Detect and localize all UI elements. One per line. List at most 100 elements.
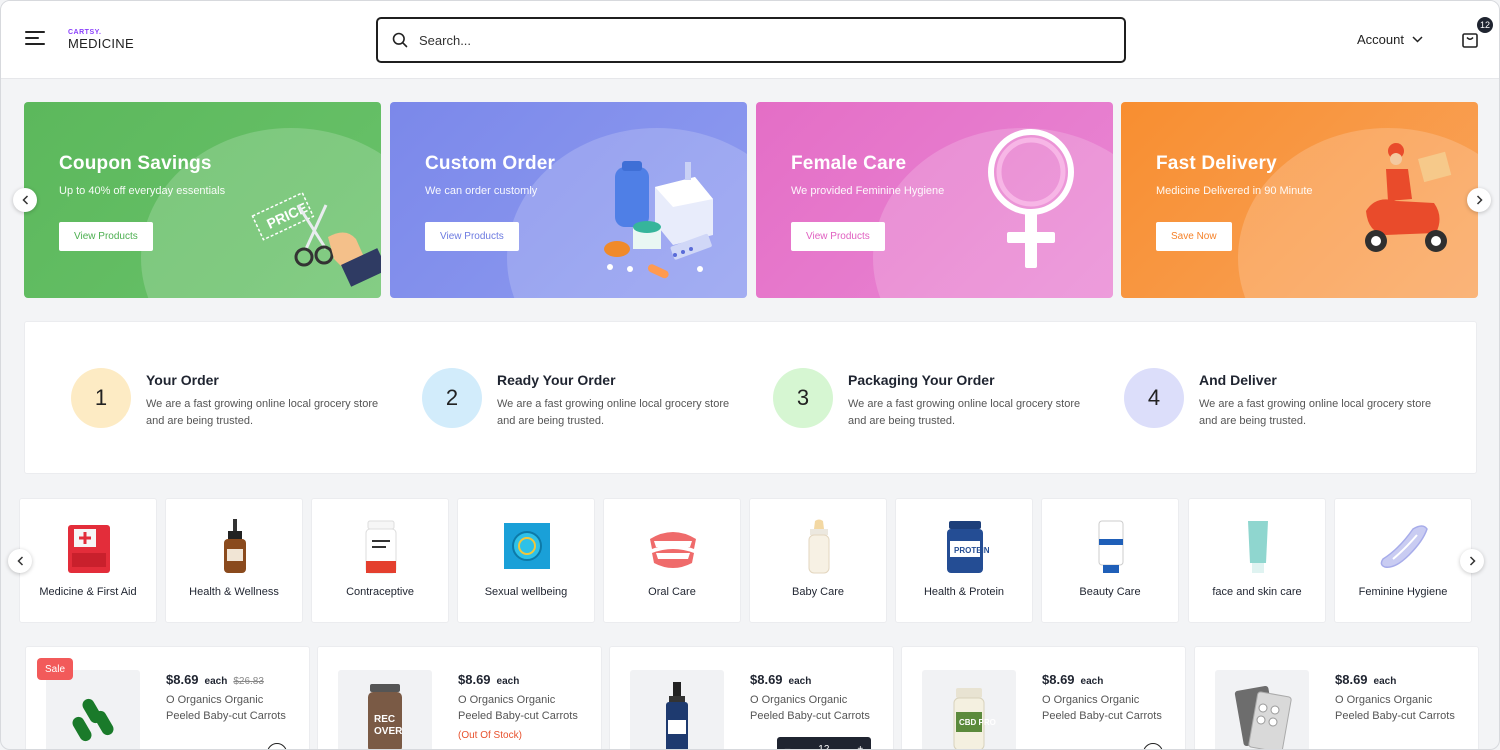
chevron-left-icon <box>21 195 28 205</box>
step-description: We are a fast growing online local groce… <box>848 398 1081 427</box>
view-products-button[interactable]: View Products <box>59 222 153 251</box>
product-image <box>46 670 140 749</box>
category-face-skin-care[interactable]: face and skin care <box>1188 498 1326 623</box>
banner-title: Custom Order <box>425 153 556 174</box>
product-card[interactable]: $8.69 each O Organics Organic Peeled Baby… <box>1194 646 1479 749</box>
medicine-bottles-icon <box>604 161 713 279</box>
product-card[interactable]: $8.69 each O Organics Organic Peeled Baby… <box>609 646 894 749</box>
protein-tub-icon: PROTEIN <box>947 521 990 573</box>
shopping-bag-icon[interactable] <box>1461 31 1479 49</box>
price-value: $8.69 <box>166 672 199 687</box>
product-name: O Organics Organic Peeled Baby-cut Carro… <box>166 694 286 722</box>
category-label: Sexual wellbeing <box>484 586 568 598</box>
banner-title: Female Care <box>791 153 907 174</box>
search-icon <box>392 32 408 48</box>
category-label: Beauty Care <box>1079 586 1141 598</box>
category-contraceptive[interactable]: Contraceptive <box>311 498 449 623</box>
product-card[interactable]: CBD PRO $8.69 each O Organics Organic Pee… <box>901 646 1186 749</box>
price-value: $8.69 <box>1335 672 1368 687</box>
step-description: We are a fast growing online local groce… <box>497 398 730 427</box>
product-image <box>1215 670 1309 749</box>
scissors-price-tag-icon: PRICE <box>251 191 381 287</box>
tablet-blister-pack-icon <box>1234 685 1292 749</box>
chevron-right-icon <box>1469 556 1476 566</box>
svg-text:OVER: OVER <box>374 726 403 737</box>
search-input[interactable] <box>419 32 1079 48</box>
quantity-stepper[interactable]: – 12 + <box>777 737 871 750</box>
price-value: $8.69 <box>750 672 783 687</box>
product-name: O Organics Organic Peeled Baby-cut Carro… <box>1335 694 1455 722</box>
product-card[interactable]: REC OVER $8.69 each O Organics Organic Pee… <box>317 646 602 749</box>
product-image: REC OVER <box>338 670 432 749</box>
banner-next-button[interactable] <box>1467 188 1491 212</box>
save-now-button[interactable]: Save Now <box>1156 222 1232 251</box>
banner-subtitle: We provided Feminine Hygiene <box>791 185 945 197</box>
step-number: 3 <box>773 368 833 428</box>
cart-count-badge: 12 <box>1477 17 1494 33</box>
price-value: $8.69 <box>1042 672 1075 687</box>
category-label: Contraceptive <box>346 586 414 598</box>
dropper-bottle-icon <box>224 519 246 573</box>
step-description: We are a fast growing online local groce… <box>1199 398 1432 427</box>
old-price: $26.83 <box>233 676 264 687</box>
out-of-stock-label: (Out Of Stock) <box>458 730 522 741</box>
search-bar[interactable] <box>376 17 1126 63</box>
banner-title: Fast Delivery <box>1156 153 1277 174</box>
first-aid-kit-icon <box>68 525 110 573</box>
svg-text:PROTEIN: PROTEIN <box>954 546 990 555</box>
baby-bottle-icon <box>808 519 830 574</box>
category-baby-care[interactable]: Baby Care <box>749 498 887 623</box>
plus-icon[interactable]: + <box>857 744 863 750</box>
step-number: 4 <box>1124 368 1184 428</box>
view-products-button[interactable]: View Products <box>791 222 885 251</box>
account-menu[interactable]: Account <box>1357 32 1423 47</box>
price-unit: each <box>788 676 812 687</box>
decrement-button[interactable]: – <box>785 744 791 750</box>
category-prev-button[interactable] <box>8 549 32 573</box>
page: CARTSY. MEDICINE Account 12 Coupon Savin… <box>0 0 1500 750</box>
category-sexual-wellbeing[interactable]: Sexual wellbeing <box>457 498 595 623</box>
price-unit: each <box>496 676 520 687</box>
category-oral-care[interactable]: Oral Care <box>603 498 741 623</box>
face-wash-tube-icon <box>1098 520 1124 573</box>
price-value: $8.69 <box>458 672 491 687</box>
banner-subtitle: We can order customly <box>425 185 538 197</box>
banner-prev-button[interactable] <box>13 188 37 212</box>
supplement-jar-icon <box>365 520 397 574</box>
logo[interactable]: CARTSY. MEDICINE <box>68 29 134 51</box>
account-label: Account <box>1357 32 1404 47</box>
category-medicine-first-aid[interactable]: Medicine & First Aid <box>19 498 157 623</box>
delivery-scooter-icon <box>1365 143 1452 252</box>
product-price: $8.69 each <box>1042 672 1103 687</box>
category-next-button[interactable] <box>1460 549 1484 573</box>
step-item: 4 And Deliver We are a fast growing onli… <box>1124 368 1464 432</box>
chevron-right-icon <box>1476 195 1483 205</box>
step-item: 2 Ready Your Order We are a fast growing… <box>422 368 762 432</box>
price-unit: each <box>204 676 228 687</box>
banner-female-care[interactable]: Female Care We provided Feminine Hygiene… <box>756 102 1113 298</box>
banner-subtitle: Medicine Delivered in 90 Minute <box>1156 185 1313 197</box>
category-health-protein[interactable]: PROTEIN Health & Protein <box>895 498 1033 623</box>
female-symbol-icon <box>988 129 1074 268</box>
menu-icon[interactable] <box>25 31 45 47</box>
order-steps-panel: 1 Your Order We are a fast growing onlin… <box>24 321 1477 474</box>
svg-text:CBD PRO: CBD PRO <box>959 718 996 727</box>
step-title: Packaging Your Order <box>848 372 995 388</box>
step-title: Ready Your Order <box>497 372 616 388</box>
price-unit: each <box>1373 676 1397 687</box>
category-label: face and skin care <box>1212 586 1302 598</box>
product-name: O Organics Organic Peeled Baby-cut Carro… <box>458 694 578 722</box>
dentures-icon <box>650 532 696 568</box>
chevron-down-icon <box>1412 36 1423 43</box>
category-label: Baby Care <box>792 586 844 598</box>
view-products-button[interactable]: View Products <box>425 222 519 251</box>
banner-coupon-savings[interactable]: Coupon Savings Up to 40% off everyday es… <box>24 102 381 298</box>
category-feminine-hygiene[interactable]: Feminine Hygiene <box>1334 498 1472 623</box>
banner-custom-order[interactable]: Custom Order We can order customly View … <box>390 102 747 298</box>
category-health-wellness[interactable]: Health & Wellness <box>165 498 303 623</box>
step-title: And Deliver <box>1199 372 1277 388</box>
category-beauty-care[interactable]: Beauty Care <box>1041 498 1179 623</box>
banner-fast-delivery[interactable]: Fast Delivery Medicine Delivered in 90 M… <box>1121 102 1478 298</box>
step-description: We are a fast growing online local groce… <box>146 398 379 427</box>
product-price: $8.69 each <box>1335 672 1396 687</box>
